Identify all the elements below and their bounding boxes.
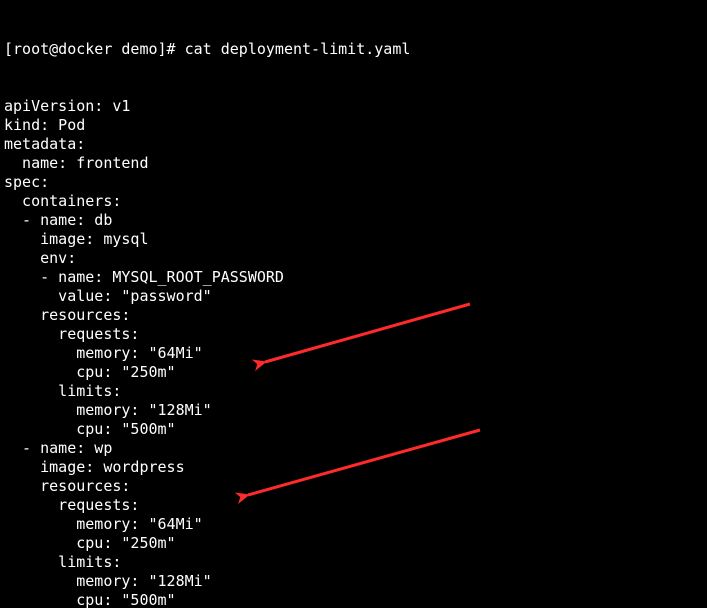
yaml-line: image: wordpress (4, 458, 703, 477)
yaml-line: kind: Pod (4, 116, 703, 135)
terminal-output: [root@docker demo]# cat deployment-limit… (0, 0, 707, 608)
yaml-line: memory: "64Mi" (4, 515, 703, 534)
yaml-line: memory: "128Mi" (4, 572, 703, 591)
yaml-line: cpu: "250m" (4, 363, 703, 382)
yaml-line: requests: (4, 325, 703, 344)
yaml-line: resources: (4, 306, 703, 325)
yaml-line: limits: (4, 553, 703, 572)
prompt-line: [root@docker demo]# cat deployment-limit… (4, 40, 703, 59)
yaml-line: metadata: (4, 135, 703, 154)
yaml-line: apiVersion: v1 (4, 97, 703, 116)
command-text: cat deployment-limit.yaml (185, 40, 411, 58)
yaml-line: - name: db (4, 211, 703, 230)
yaml-line: - name: MYSQL_ROOT_PASSWORD (4, 268, 703, 287)
yaml-line: name: frontend (4, 154, 703, 173)
yaml-line: resources: (4, 477, 703, 496)
yaml-line: env: (4, 249, 703, 268)
yaml-line: - name: wp (4, 439, 703, 458)
yaml-line: containers: (4, 192, 703, 211)
yaml-line: limits: (4, 382, 703, 401)
yaml-line: memory: "128Mi" (4, 401, 703, 420)
yaml-line: memory: "64Mi" (4, 344, 703, 363)
yaml-output: apiVersion: v1kind: Podmetadata: name: f… (4, 97, 703, 608)
prompt-prefix: [root@docker demo]# (4, 40, 185, 58)
yaml-line: requests: (4, 496, 703, 515)
yaml-line: image: mysql (4, 230, 703, 249)
yaml-line: cpu: "500m" (4, 591, 703, 608)
yaml-line: value: "password" (4, 287, 703, 306)
yaml-line: cpu: "250m" (4, 534, 703, 553)
yaml-line: cpu: "500m" (4, 420, 703, 439)
yaml-line: spec: (4, 173, 703, 192)
